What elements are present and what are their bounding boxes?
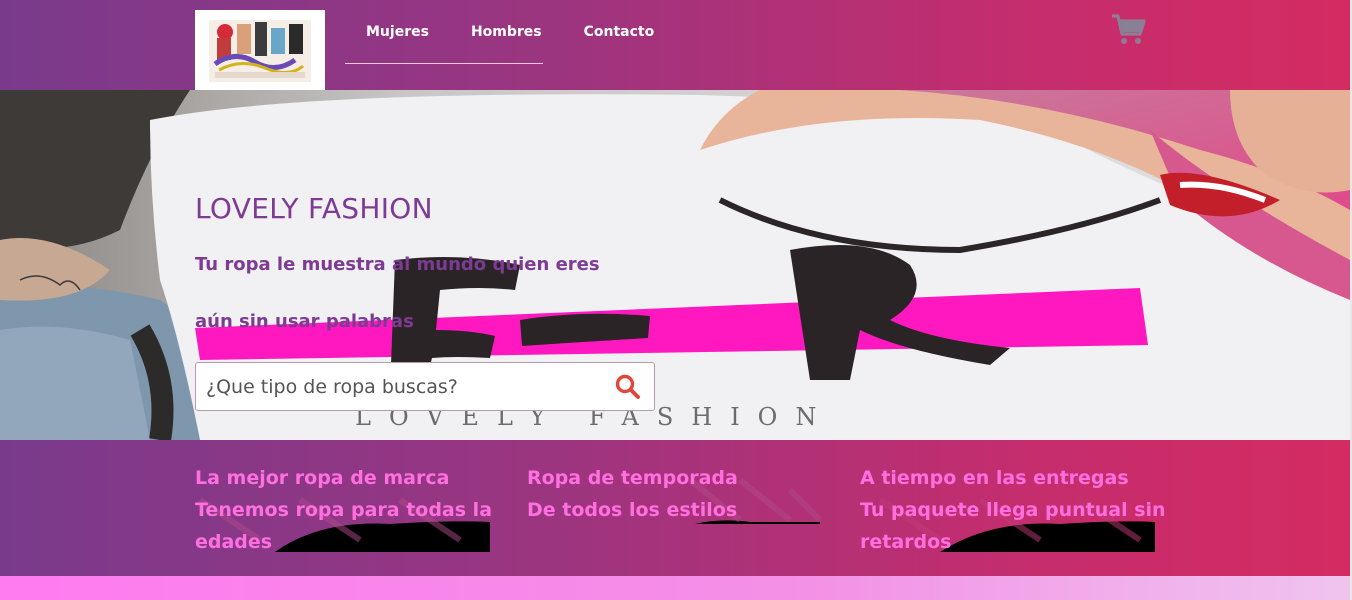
feature-line: retardos (860, 531, 952, 553)
feature-line: Tenemos ropa para todas la (195, 499, 493, 521)
main-nav: Mujeres Hombres Contacto (345, 0, 675, 64)
search-box (195, 362, 655, 411)
feature-line: Tu paquete llega puntual sin (860, 499, 1166, 521)
feature-line: A tiempo en las entregas (860, 467, 1129, 489)
feature-delivery: A tiempo en las entregas Tu paquete lleg… (860, 462, 1170, 558)
feature-line: Ropa de temporada (527, 467, 738, 489)
cart-icon[interactable] (1110, 12, 1146, 46)
feature-line: La mejor ropa de marca (195, 467, 450, 489)
nav-contacto[interactable]: Contacto (563, 0, 676, 64)
search-input[interactable] (206, 363, 596, 410)
nav-hombres[interactable]: Hombres (450, 0, 563, 64)
feature-line: De todos los estilos (527, 499, 738, 521)
hero-banner: LOVELY FASHION LOVELY FASHION Tu ropa le… (0, 90, 1350, 440)
hero-subtitle-line2: aún sin usar palabras (195, 311, 414, 332)
site-logo[interactable] (195, 10, 325, 90)
hero-title: LOVELY FASHION (195, 192, 433, 225)
nav-mujeres[interactable]: Mujeres (345, 0, 450, 64)
features-section: La mejor ropa de marca Tenemos ropa para… (0, 440, 1352, 576)
logo-image (195, 10, 325, 90)
feature-line: edades (195, 531, 273, 553)
site-header: Mujeres Hombres Contacto (0, 0, 1352, 90)
hero-subtitle-line1: Tu ropa le muestra al mundo quien eres (195, 254, 600, 275)
bottom-bar (0, 576, 1352, 600)
search-icon[interactable] (614, 373, 642, 401)
feature-season: Ropa de temporada De todos los estilos (527, 462, 827, 526)
nav-underline (345, 63, 543, 64)
feature-quality: La mejor ropa de marca Tenemos ropa para… (195, 462, 505, 558)
